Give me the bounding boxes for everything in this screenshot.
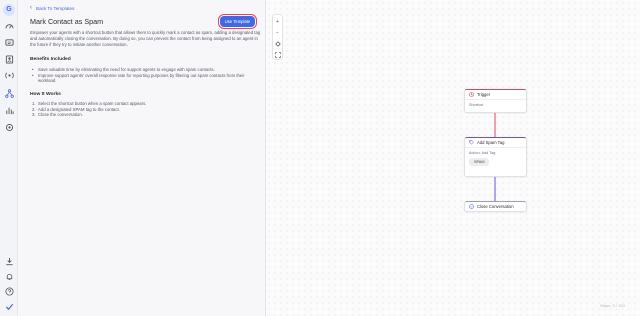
close-node-title: Close Conversation <box>477 204 514 209</box>
workflow-edges <box>494 113 496 201</box>
trigger-icon <box>469 91 474 98</box>
tag-icon <box>469 139 474 146</box>
action-node-title: Add Spam Tag <box>477 140 505 145</box>
trigger-node-subtitle: Shortcut <box>469 103 484 107</box>
trigger-node[interactable]: Trigger Shortcut <box>464 89 527 113</box>
trigger-node-title: Trigger <box>477 92 491 97</box>
close-circle-icon <box>469 203 474 210</box>
steps-counter: Steps: 3 / 100 <box>600 303 625 308</box>
add-spam-tag-node[interactable]: Add Spam Tag Action: Add Tag SPAM <box>464 137 527 177</box>
action-node-subtitle: Action: Add Tag <box>469 151 496 155</box>
close-conversation-node[interactable]: Close Conversation <box>464 201 527 212</box>
spam-tag-badge: SPAM <box>469 158 490 166</box>
